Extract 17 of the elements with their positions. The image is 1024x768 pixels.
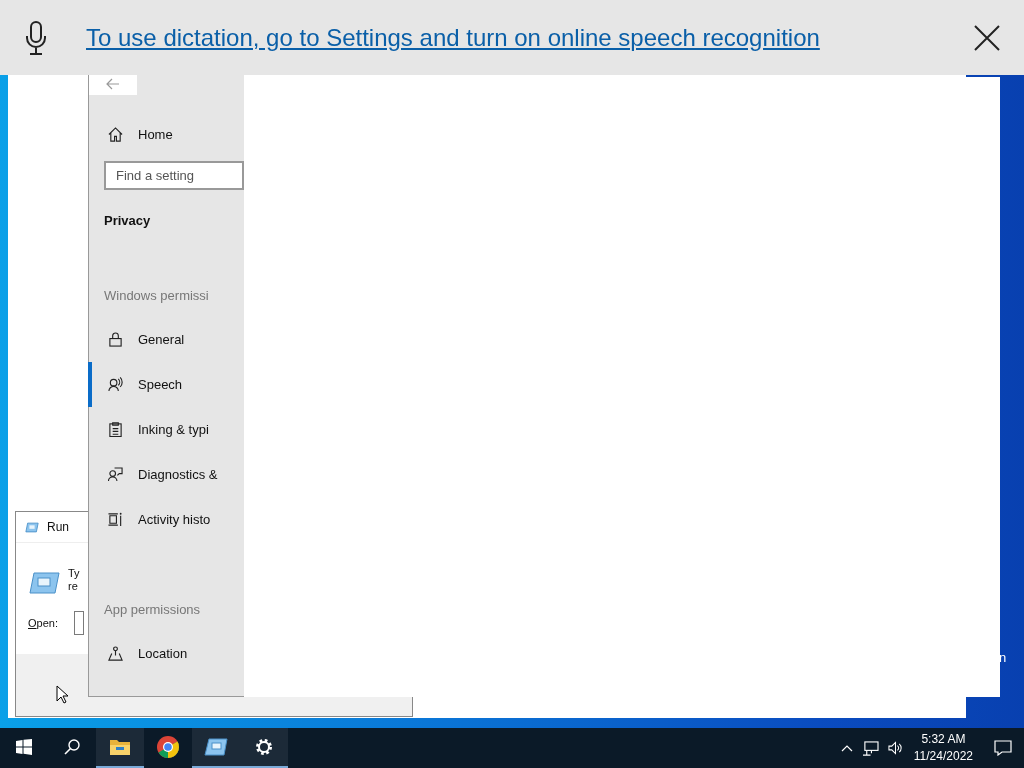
- clock[interactable]: 5:32 AM 11/24/2022: [913, 731, 973, 765]
- dictation-settings-link[interactable]: To use dictation, go to Settings and turn on online speech recognition: [86, 23, 820, 52]
- dialog-title: Run: [47, 520, 69, 534]
- group-heading: App permissions: [104, 601, 202, 617]
- dialog-description: re: [68, 580, 79, 593]
- home-nav-item[interactable]: Home: [88, 112, 244, 158]
- group-heading: Windows permissi: [104, 287, 210, 303]
- nav-item[interactable]: Inking & typi: [88, 406, 244, 452]
- section-title: Privacy: [104, 212, 152, 228]
- search-field[interactable]: Find a setting: [104, 161, 244, 190]
- nav-item[interactable]: Activity histo: [88, 496, 244, 542]
- open-label: Open:: [28, 617, 58, 629]
- nav-item[interactable]: General: [88, 316, 244, 362]
- nav-item[interactable]: Diagnostics &: [88, 451, 244, 497]
- nav-item[interactable]: Location: [88, 630, 244, 676]
- desktop-text: n: [999, 650, 1007, 665]
- dialog-description: Ty: [68, 567, 80, 580]
